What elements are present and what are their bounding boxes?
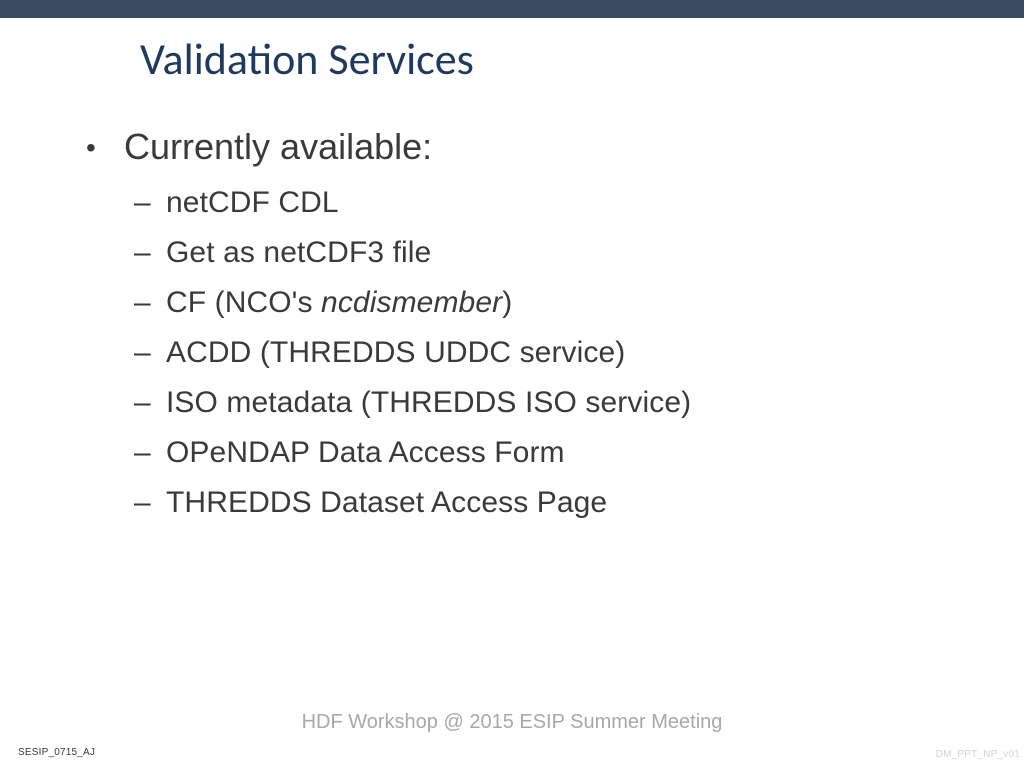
footer-center: HDF Workshop @ 2015 ESIP Summer Meeting — [0, 711, 1024, 734]
dash-marker: – — [134, 486, 166, 520]
list-item: – THREDDS Dataset Access Page — [134, 486, 1024, 520]
sub-list: – netCDF CDL – Get as netCDF3 file – CF … — [134, 186, 1024, 520]
main-bullet-text: Currently available: — [124, 126, 432, 168]
dash-marker: – — [134, 236, 166, 270]
list-item-text: CF (NCO's ncdismember) — [166, 286, 512, 320]
list-item-text: ACDD (THREDDS UDDC service) — [166, 336, 625, 370]
list-item-text: THREDDS Dataset Access Page — [166, 486, 607, 520]
slide-top-bar — [0, 0, 1024, 18]
list-item-text: ISO metadata (THREDDS ISO service) — [166, 386, 691, 420]
list-item: – CF (NCO's ncdismember) — [134, 286, 1024, 320]
footer-right: DM_PPT_NP_v01 — [936, 749, 1020, 760]
slide-content: • Currently available: – netCDF CDL – Ge… — [86, 126, 1024, 520]
main-bullet: • Currently available: — [86, 126, 1024, 168]
slide-title: Validation Services — [140, 32, 1024, 86]
dash-marker: – — [134, 336, 166, 370]
dash-marker: – — [134, 186, 166, 220]
list-item: – netCDF CDL — [134, 186, 1024, 220]
text-span: CF (NCO's — [166, 286, 321, 319]
list-item: – ACDD (THREDDS UDDC service) — [134, 336, 1024, 370]
list-item: – ISO metadata (THREDDS ISO service) — [134, 386, 1024, 420]
dash-marker: – — [134, 436, 166, 470]
list-item-text: netCDF CDL — [166, 186, 339, 220]
list-item-text: OPeNDAP Data Access Form — [166, 436, 565, 470]
footer-left: SESIP_0715_AJ — [18, 747, 95, 758]
text-span: ) — [502, 286, 512, 319]
list-item-text: Get as netCDF3 file — [166, 236, 431, 270]
italic-text: ncdismember — [321, 286, 502, 319]
bullet-marker: • — [86, 134, 124, 162]
list-item: – OPeNDAP Data Access Form — [134, 436, 1024, 470]
list-item: – Get as netCDF3 file — [134, 236, 1024, 270]
dash-marker: – — [134, 286, 166, 320]
dash-marker: – — [134, 386, 166, 420]
